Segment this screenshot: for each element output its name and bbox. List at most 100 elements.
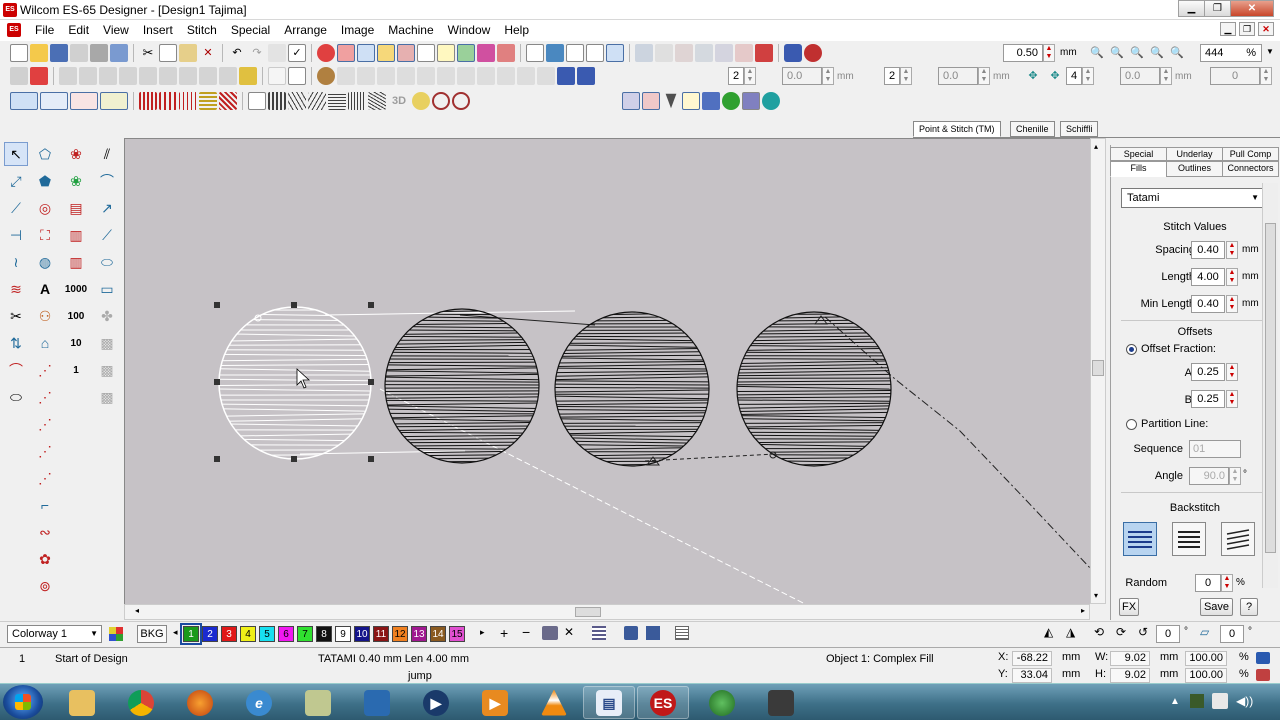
bounding-box-icon[interactable] [268, 67, 286, 85]
stitch-effect-icon[interactable]: ≋ [4, 277, 28, 301]
stitch-edit-icon[interactable]: ⊣ [4, 223, 28, 247]
stitch-angle-icon[interactable] [755, 44, 773, 62]
align-top-icon[interactable] [99, 67, 117, 85]
trim-icon[interactable] [517, 67, 535, 85]
volume-icon[interactable]: ◀)) [1236, 694, 1253, 708]
globe-icon[interactable]: ◍ [33, 250, 57, 274]
split-satin-icon[interactable] [159, 92, 177, 110]
tab-connectors[interactable]: Connectors [1222, 161, 1279, 177]
offset-b-input[interactable]: 0.25 [1191, 390, 1225, 408]
redo-icon[interactable]: ↷ [248, 44, 266, 62]
save-colorway-icon[interactable] [646, 626, 660, 640]
offset-a-input[interactable]: 0.25 [1191, 363, 1225, 381]
random-spinner[interactable]: ▲ ▼ [1221, 574, 1233, 592]
mirror-h-icon[interactable]: ◭ [1044, 625, 1053, 639]
oval-icon[interactable]: ⬭ [95, 250, 119, 274]
radial-spacing-spinner[interactable]: ▲ ▼ [1160, 67, 1172, 85]
show-images-icon[interactable] [457, 44, 475, 62]
column-b-icon[interactable]: ▥ [64, 250, 88, 274]
sequence-input[interactable]: 01 [1189, 440, 1241, 458]
tab-schiffli[interactable]: Schiffli [1060, 121, 1099, 137]
taskbar-media-player[interactable]: ▶ [410, 686, 462, 719]
length-spinner[interactable]: ▲ ▼ [1226, 268, 1238, 286]
cut-icon[interactable]: ✂ [139, 44, 157, 62]
stitch-to-input-icon[interactable]: ≀ [4, 250, 28, 274]
arc-icon[interactable]: ⟋ [95, 223, 119, 247]
taskbar-wilcom-es[interactable]: ES [637, 686, 689, 719]
connector-icon[interactable]: ⇅ [4, 331, 28, 355]
paste-icon[interactable] [179, 44, 197, 62]
step-size-spinner[interactable]: ▲ ▼ [1043, 44, 1055, 62]
cross-stitch-icon[interactable] [308, 92, 326, 110]
taskbar-outlook[interactable] [351, 686, 403, 719]
copy-icon[interactable] [159, 44, 177, 62]
artistic-view-icon[interactable] [477, 44, 495, 62]
document-icon[interactable]: ES [7, 23, 21, 37]
remove-color-icon[interactable]: − [522, 624, 530, 640]
arrange-left-icon[interactable] [397, 67, 415, 85]
curve-icon[interactable]: ⌒ [95, 169, 119, 193]
lock-object-icon[interactable] [675, 44, 693, 62]
print-icon[interactable] [90, 44, 108, 62]
help-button[interactable]: ? [1240, 598, 1258, 616]
duplicate-icon[interactable]: ✕ [199, 44, 217, 62]
colorway-editor-icon[interactable] [109, 627, 123, 641]
color-swatch-14[interactable]: 14 [430, 626, 446, 642]
sequin-icon[interactable] [412, 92, 430, 110]
color-film-icon[interactable] [542, 626, 558, 640]
fast-redraw-icon[interactable] [586, 44, 604, 62]
menu-help[interactable]: Help [497, 23, 536, 37]
spacing-input[interactable]: 0.40 [1191, 241, 1225, 259]
radial-array-icon[interactable]: ✥ [1024, 67, 1042, 85]
underlay-icon[interactable] [702, 92, 720, 110]
tray-app-icon[interactable] [1190, 694, 1204, 708]
rectangle-icon[interactable]: ▭ [95, 277, 119, 301]
tatami-icon[interactable] [199, 92, 217, 110]
background-button[interactable]: BKG [137, 625, 167, 643]
reshape-icon[interactable] [10, 67, 28, 85]
ellipse-outline-icon[interactable]: ⬭ [4, 385, 28, 409]
align-right-icon[interactable] [79, 67, 97, 85]
color-swatch-9[interactable]: 9 [335, 626, 351, 642]
edge-run-icon[interactable] [642, 92, 660, 110]
remove-unused-icon[interactable]: ✕ [564, 625, 574, 639]
array-count-a[interactable]: 2 [728, 67, 744, 85]
trims-icon[interactable] [762, 92, 780, 110]
arrange-right-icon[interactable] [417, 67, 435, 85]
remove-overlaps-icon[interactable] [735, 44, 753, 62]
taskbar-wilcom-doc[interactable]: ▤ [583, 686, 635, 719]
array-count-b[interactable]: 2 [884, 67, 900, 85]
colorway-select[interactable]: Colorway 1 [7, 625, 102, 643]
length-input[interactable]: 4.00 [1191, 268, 1225, 286]
people-icon[interactable]: ⚇ [33, 304, 57, 328]
step-size-icon[interactable] [804, 44, 822, 62]
radial-count[interactable]: 4 [1066, 67, 1082, 85]
radial-count-spinner[interactable]: ▲ ▼ [1082, 67, 1094, 85]
new-file-icon[interactable] [10, 44, 28, 62]
color-swatch-4[interactable]: 4 [240, 626, 256, 642]
arc-satin-icon[interactable]: ⌒ [4, 358, 28, 382]
hoop-icon[interactable] [437, 44, 455, 62]
vertical-scroll-thumb[interactable] [1092, 360, 1104, 376]
close-button[interactable]: ✕ [1230, 0, 1274, 17]
grid-icon[interactable] [417, 44, 435, 62]
align-center-icon[interactable] [139, 67, 157, 85]
horizontal-scroll-thumb[interactable] [575, 607, 601, 617]
menu-insert[interactable]: Insert [136, 23, 180, 37]
color-swatch-13[interactable]: 13 [411, 626, 427, 642]
thread-chart-icon[interactable] [675, 626, 689, 640]
lettering-icon[interactable]: A [33, 277, 57, 301]
run-line-icon[interactable]: ⋰ [33, 358, 57, 382]
selection-handles[interactable] [214, 302, 374, 462]
stemstitch-icon[interactable]: ⋰ [33, 439, 57, 463]
checkbox-tool-icon[interactable]: ✓ [288, 44, 306, 62]
stitch-type-icon[interactable] [30, 67, 48, 85]
rotate-angle-input[interactable]: 0 [1156, 625, 1180, 643]
align-left-icon[interactable] [59, 67, 77, 85]
needle-icon[interactable] [317, 67, 335, 85]
slant-icon[interactable]: ▱ [1200, 625, 1209, 639]
array-count-a-spinner[interactable]: ▲ ▼ [744, 67, 756, 85]
radial-spacing[interactable]: 0.0 [1120, 67, 1160, 85]
min-length-spinner[interactable]: ▲ ▼ [1226, 295, 1238, 313]
manual-stitch-icon[interactable] [682, 92, 700, 110]
